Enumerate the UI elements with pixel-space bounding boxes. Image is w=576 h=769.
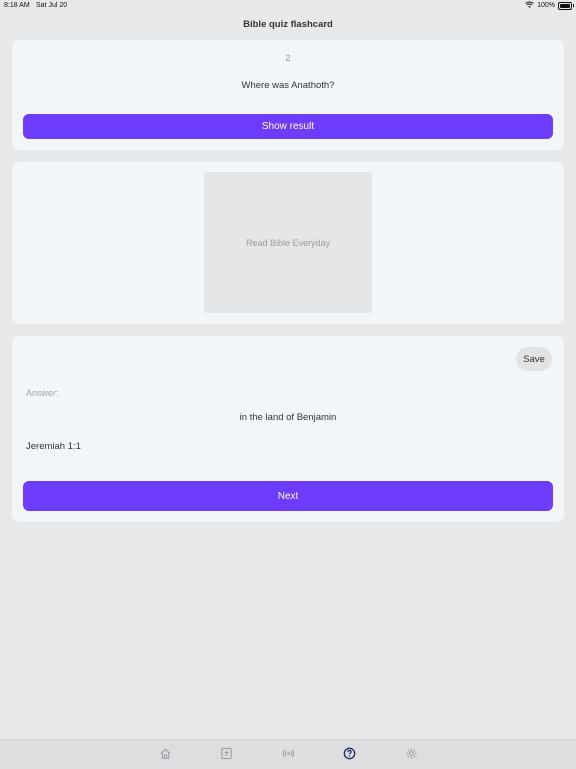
answer-label: Answer: xyxy=(26,388,59,398)
tab-settings[interactable] xyxy=(404,746,418,760)
quiz-icon xyxy=(343,747,355,759)
bible-icon xyxy=(220,747,232,759)
tab-bible[interactable] xyxy=(219,746,233,760)
tab-quiz[interactable] xyxy=(342,746,356,760)
show-result-button[interactable]: Show result xyxy=(23,114,553,139)
image-placeholder: Read Bible Everyday xyxy=(204,172,372,313)
status-right: 100% xyxy=(525,1,574,10)
status-bar: 8:18 AM Sat Jul 20 100% xyxy=(0,0,576,12)
battery-percent: 100% xyxy=(537,2,555,9)
next-button[interactable]: Next xyxy=(23,481,553,511)
question-number: 2 xyxy=(285,53,291,64)
tab-bar xyxy=(0,739,576,769)
status-time: 8:18 AM xyxy=(4,2,30,9)
answer-card: Save Answer: in the land of Benjamin Jer… xyxy=(12,336,564,522)
broadcast-icon xyxy=(282,749,294,757)
status-date: Sat Jul 20 xyxy=(36,2,68,9)
save-button[interactable]: Save xyxy=(516,347,552,371)
tab-broadcast[interactable] xyxy=(281,746,295,760)
question-card: 2 Where was Anathoth? Show result xyxy=(12,40,564,150)
home-icon xyxy=(159,748,171,759)
scripture-reference: Jeremiah 1:1 xyxy=(26,441,81,452)
tab-home[interactable] xyxy=(158,746,172,760)
settings-icon xyxy=(405,747,417,759)
answer-text: in the land of Benjamin xyxy=(239,412,337,423)
battery-icon xyxy=(558,1,574,10)
question-text: Where was Anathoth? xyxy=(241,80,335,91)
page-title: Bible quiz flashcard xyxy=(243,19,333,30)
image-card: Read Bible Everyday xyxy=(12,162,564,324)
wifi-icon xyxy=(525,1,534,10)
